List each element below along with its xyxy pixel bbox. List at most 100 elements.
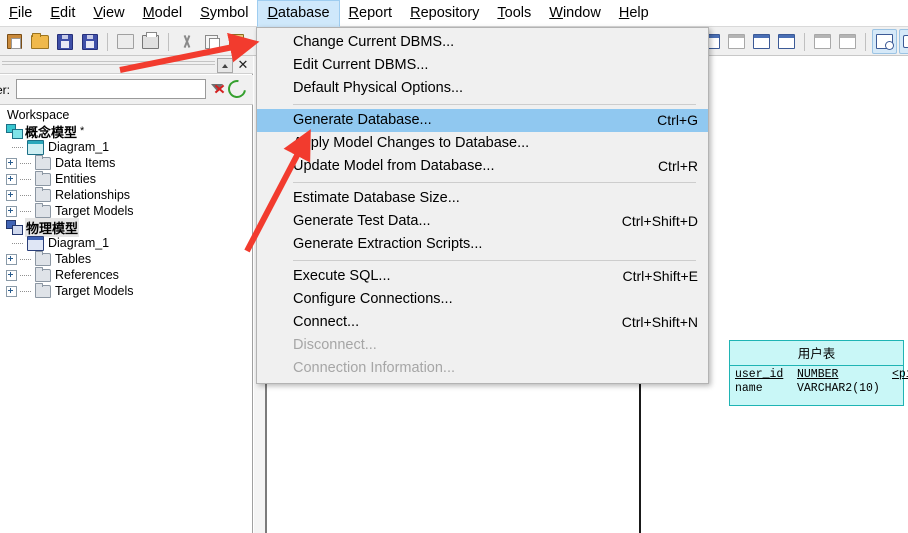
menu-file[interactable]: File (0, 0, 41, 27)
column-name: name (735, 382, 763, 395)
table-symbol-user[interactable]: 用户表 user_id NUMBER <pi name VARCHAR2(10) (729, 340, 908, 406)
menu-bar: File Edit View Model Symbol Database Rep… (0, 0, 908, 27)
open-icon[interactable] (28, 30, 51, 53)
browser-title-bar: ✕ (0, 56, 253, 74)
menu-symbol[interactable]: Symbol (191, 0, 257, 27)
menu-item-update-model-from-database[interactable]: Update Model from Database... Ctrl+R (257, 155, 708, 178)
restore-window-icon[interactable] (836, 30, 859, 53)
menu-item-generate-test-data[interactable]: Generate Test Data... Ctrl+Shift+D (257, 210, 708, 233)
menu-item-generate-database[interactable]: Generate Database... Ctrl+G (257, 109, 708, 132)
tree-item-conceptual-diagram[interactable]: Diagram_1 (0, 139, 252, 155)
expand-icon[interactable] (6, 157, 17, 169)
column-type: VARCHAR2(10) (797, 382, 880, 395)
new-window-icon[interactable] (750, 30, 773, 53)
menu-item-label: Generate Database... (293, 112, 432, 128)
conceptual-diagram-icon (27, 139, 44, 155)
tree-item-label: Relationships (55, 188, 131, 202)
menu-item-configure-connections[interactable]: Configure Connections... (257, 288, 708, 311)
cut-icon[interactable] (175, 30, 198, 53)
menu-item-label: Configure Connections... (293, 291, 453, 307)
object-browser-tree[interactable]: Workspace 概念模型 * Diagram_1 Data Items En… (0, 106, 252, 533)
tree-item-conceptual-model[interactable]: 概念模型 * (0, 123, 252, 140)
tree-item-relationships[interactable]: Relationships (0, 186, 252, 203)
menu-report[interactable]: Report (340, 0, 402, 27)
menu-item-apply-model-changes-to-database[interactable]: Apply Model Changes to Database... (257, 132, 708, 155)
menu-separator (293, 260, 696, 261)
collapse-panel-button[interactable] (217, 58, 233, 73)
menu-item-disconnect: Disconnect... (257, 334, 708, 357)
menu-item-accel: Ctrl+Shift+D (621, 213, 698, 229)
save-all-icon[interactable] (78, 30, 101, 53)
tile-windows-icon[interactable] (775, 30, 798, 53)
menu-model[interactable]: Model (134, 0, 192, 27)
filter-clear-icon[interactable] (208, 80, 226, 98)
menu-file-label: ile (17, 4, 33, 21)
menu-item-edit-current-dbms[interactable]: Edit Current DBMS... (257, 54, 708, 77)
close-panel-button[interactable]: ✕ (236, 58, 250, 71)
menu-item-default-physical-options[interactable]: Default Physical Options... (257, 77, 708, 100)
tree-item-label: Entities (55, 172, 96, 186)
tree-line (20, 159, 33, 168)
menu-item-connect[interactable]: Connect... Ctrl+Shift+N (257, 311, 708, 334)
save-icon[interactable] (53, 30, 76, 53)
menu-item-change-current-dbms[interactable]: Change Current DBMS... (257, 31, 708, 54)
menu-view[interactable]: View (84, 0, 133, 27)
tree-item-tables[interactable]: Tables (0, 250, 252, 267)
tree-line (20, 207, 33, 216)
menu-repository[interactable]: Repository (401, 0, 488, 27)
minimize-window-icon[interactable] (811, 30, 834, 53)
paste-icon[interactable] (225, 30, 248, 53)
tree-line (20, 191, 33, 200)
expand-icon[interactable] (6, 173, 17, 185)
expand-icon[interactable] (6, 269, 17, 281)
menu-window[interactable]: Window (540, 0, 610, 27)
tree-item-target-models-conceptual[interactable]: Target Models (0, 202, 252, 219)
expand-icon[interactable] (6, 189, 17, 201)
folder-icon (35, 202, 51, 218)
copy-icon[interactable] (200, 30, 223, 53)
database-dropdown-menu[interactable]: Change Current DBMS... Edit Current DBMS… (256, 27, 709, 384)
menu-item-estimate-database-size[interactable]: Estimate Database Size... (257, 187, 708, 210)
toolbar-separator-2 (168, 32, 169, 51)
expand-icon[interactable] (6, 285, 17, 297)
menu-item-label: Update Model from Database... (293, 158, 495, 174)
menu-edit[interactable]: Edit (41, 0, 84, 27)
tree-item-label: 物理模型 (25, 217, 80, 237)
menu-item-generate-extraction-scripts[interactable]: Generate Extraction Scripts... (257, 233, 708, 256)
tree-item-entities[interactable]: Entities (0, 170, 252, 187)
filter-input[interactable] (16, 79, 206, 99)
comment-icon[interactable] (899, 29, 908, 54)
tree-item-references[interactable]: References (0, 266, 252, 283)
expand-icon[interactable] (6, 253, 17, 265)
tree-item-target-models-physical[interactable]: Target Models (0, 282, 252, 299)
print-preview-icon[interactable] (114, 30, 137, 53)
browser-panel: ✕ er: Workspace 概念模型 * Diagram_1 (0, 56, 253, 533)
refresh-icon[interactable] (224, 76, 250, 102)
menu-item-execute-sql[interactable]: Execute SQL... Ctrl+Shift+E (257, 265, 708, 288)
menu-item-accel: Ctrl+G (657, 112, 698, 128)
menu-help[interactable]: Help (610, 0, 658, 27)
print-icon[interactable] (139, 30, 162, 53)
column-name: user_id (735, 368, 784, 381)
browser-icon[interactable] (872, 29, 897, 54)
menu-item-label: Connection Information... (293, 360, 456, 376)
new-model-icon[interactable] (3, 30, 26, 53)
menu-item-label: Generate Extraction Scripts... (293, 236, 483, 252)
tree-item-label: Data Items (55, 156, 116, 170)
menu-tools[interactable]: Tools (488, 0, 540, 27)
tree-item-data-items[interactable]: Data Items (0, 154, 252, 171)
blank-window-icon[interactable] (725, 30, 748, 53)
toolbar-separator-5 (865, 32, 866, 51)
menu-database[interactable]: Database (257, 0, 340, 27)
tree-line (20, 271, 33, 280)
expand-icon[interactable] (6, 205, 17, 217)
menu-item-label: Edit Current DBMS... (293, 57, 429, 73)
tree-item-physical-model[interactable]: 物理模型 (0, 217, 252, 237)
menu-item-label: Change Current DBMS... (293, 34, 455, 50)
tree-item-physical-diagram[interactable]: Diagram_1 (0, 235, 252, 251)
toolbar-separator-1 (107, 32, 108, 51)
menu-item-label: Apply Model Changes to Database... (293, 135, 530, 151)
tree-line (20, 255, 33, 264)
tree-item-label: 概念模型 (25, 124, 78, 140)
folder-icon (35, 282, 51, 298)
